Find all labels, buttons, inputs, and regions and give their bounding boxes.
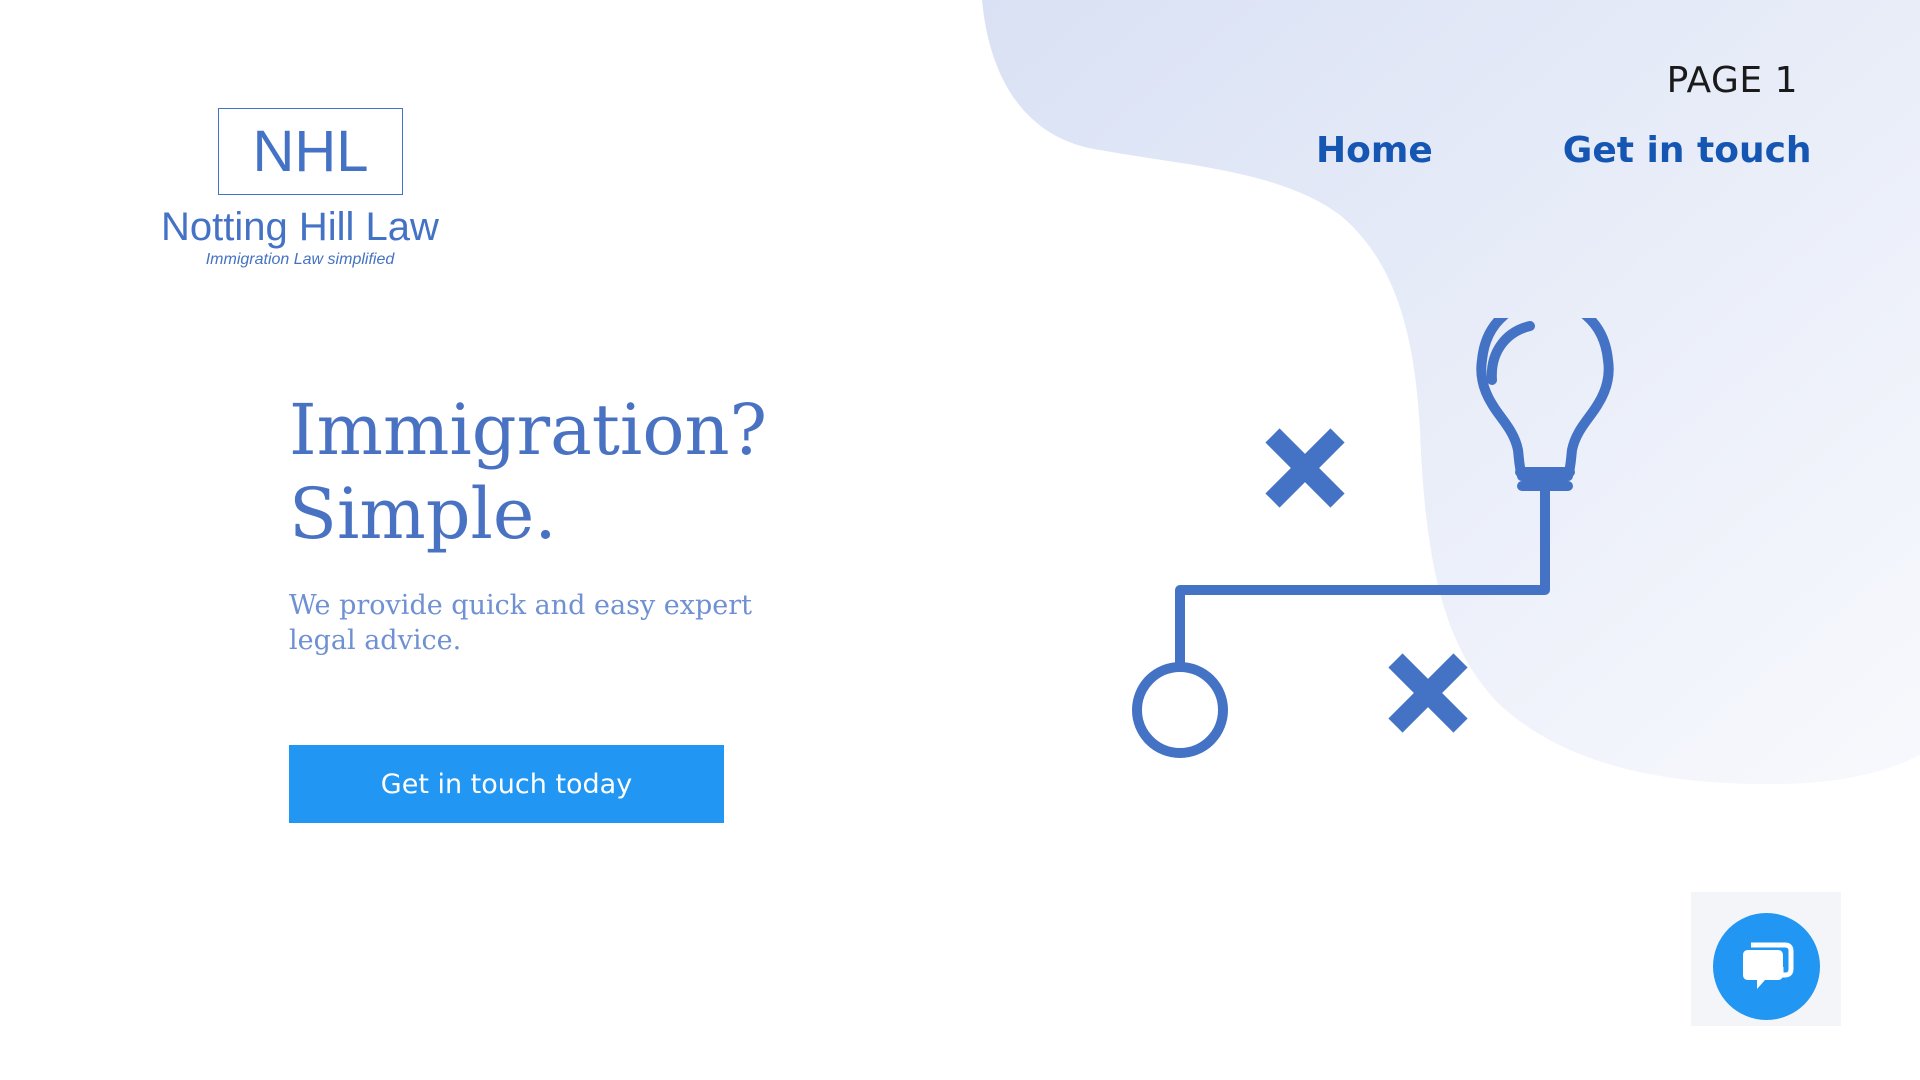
hero-title-line1: Immigration?	[289, 389, 768, 471]
hero-subtitle: We provide quick and easy expert legal a…	[289, 590, 753, 656]
lightbulb-icon	[1476, 318, 1614, 508]
start-node-icon	[1132, 662, 1228, 758]
nav-link-get-in-touch[interactable]: Get in touch	[1563, 130, 1812, 171]
logo-box: NHL	[218, 108, 403, 195]
page-label: PAGE 1	[1666, 60, 1798, 101]
hero-title-line2: Simple.	[289, 473, 557, 555]
page: NHL Notting Hill Law Immigration Law sim…	[0, 0, 1920, 1080]
get-in-touch-button[interactable]: Get in touch today	[289, 745, 724, 823]
chat-bubble-icon	[1742, 942, 1793, 989]
logo-name: Notting Hill Law	[161, 205, 439, 249]
logo-tagline: Immigration Law simplified	[205, 251, 395, 268]
cross-icon	[1388, 653, 1468, 733]
route-line	[1175, 498, 1550, 668]
hero-title: Immigration? Simple.	[289, 388, 849, 556]
chat-widget	[1691, 892, 1841, 1026]
main-nav: Home Get in touch	[1316, 130, 1812, 171]
nav-link-home[interactable]: Home	[1316, 130, 1433, 171]
cross-icon	[1265, 428, 1345, 508]
logo-abbr: NHL	[252, 118, 369, 184]
logo[interactable]: NHL Notting Hill Law Immigration Law sim…	[155, 107, 445, 272]
strategy-illustration	[1132, 318, 1614, 758]
chat-button[interactable]	[1713, 913, 1820, 1020]
